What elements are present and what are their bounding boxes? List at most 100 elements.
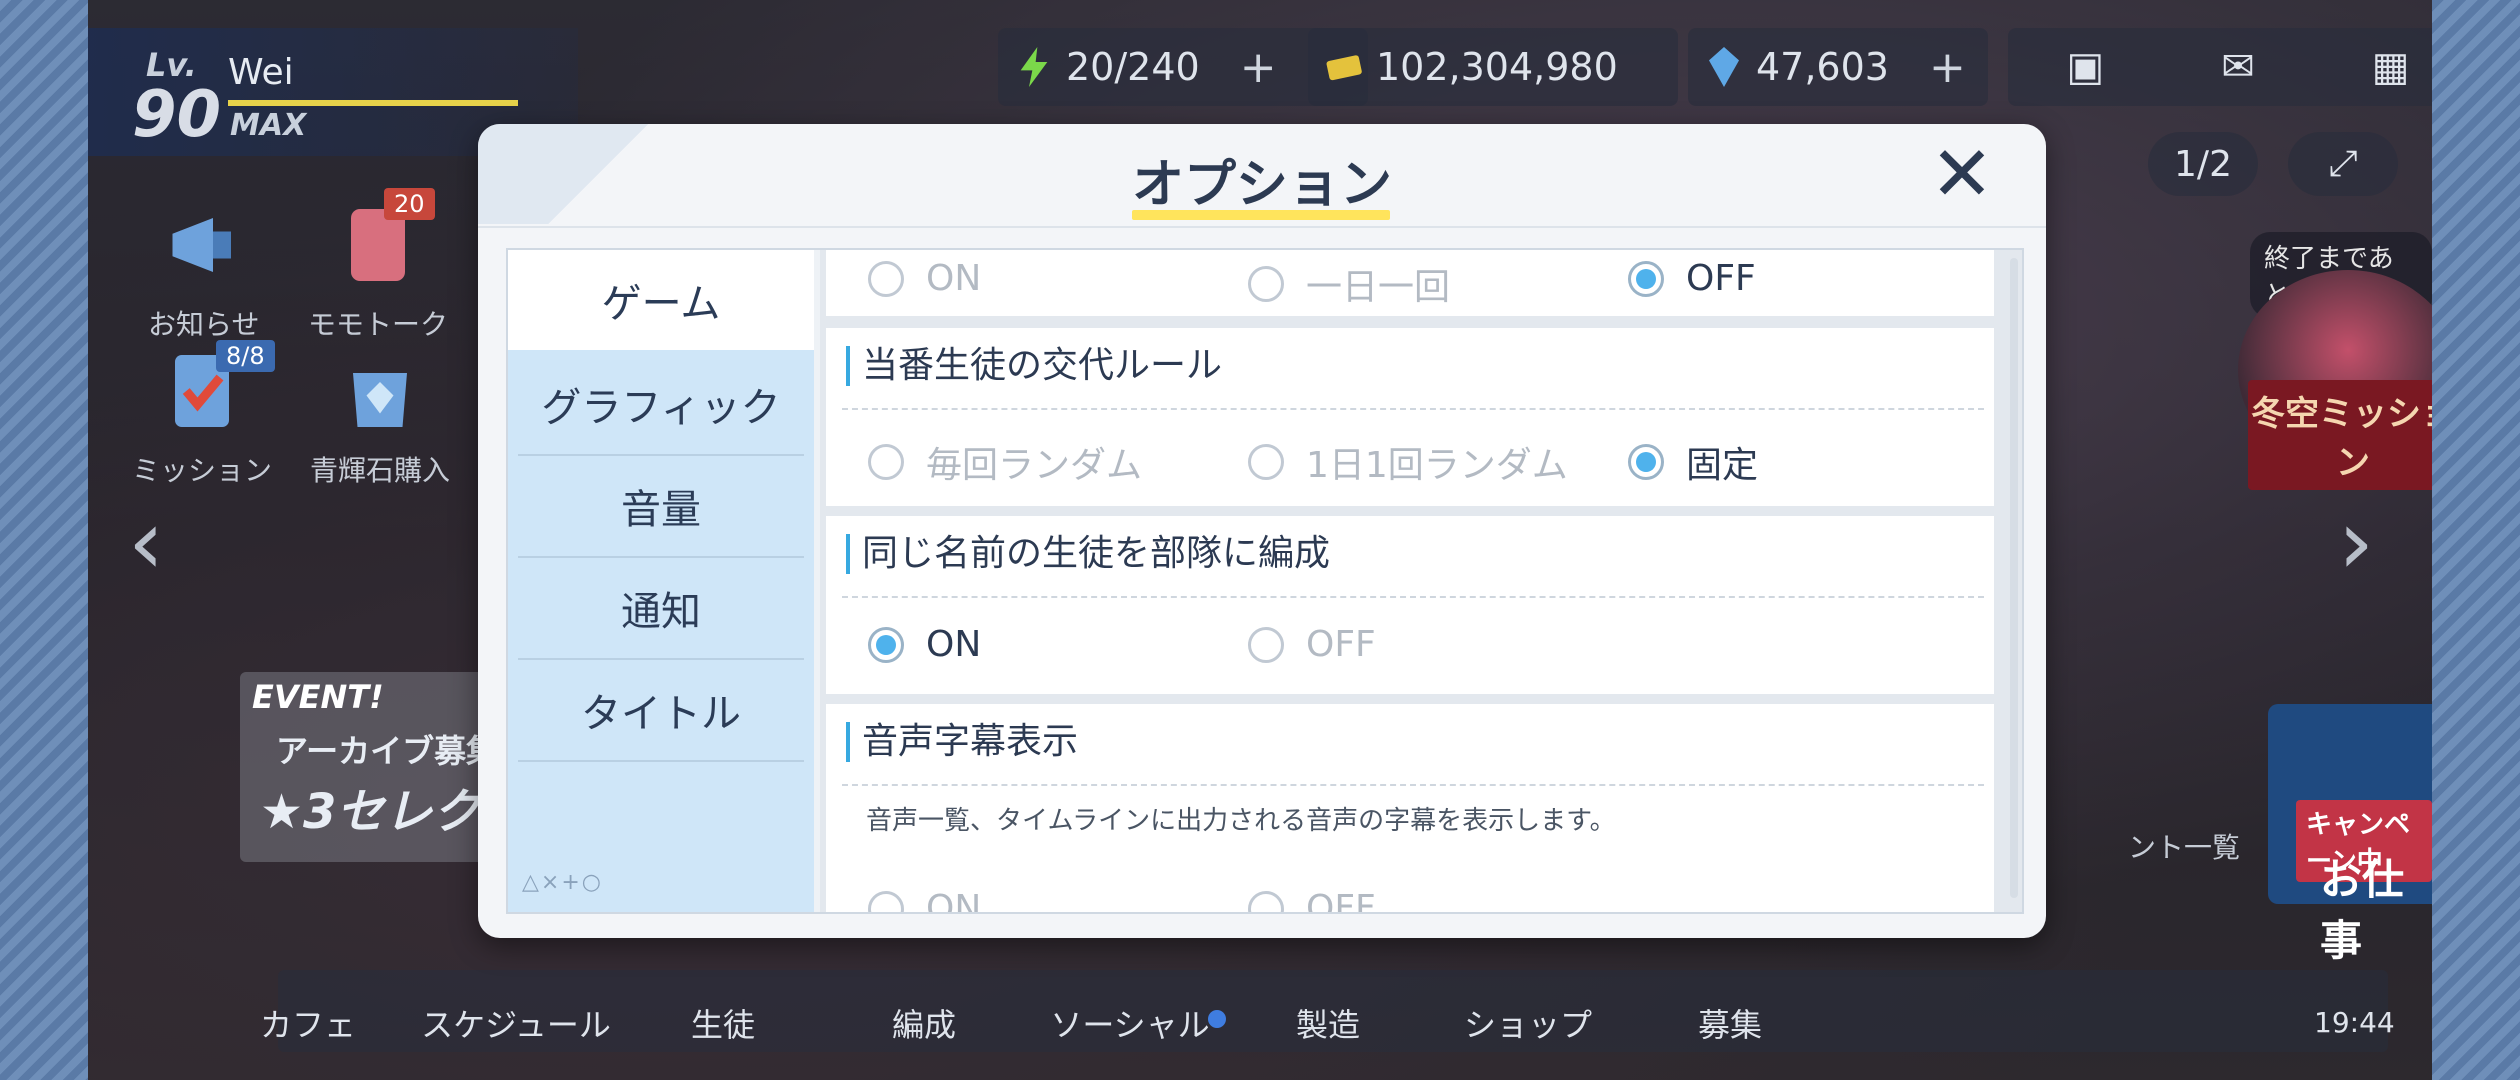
radio-fixed[interactable]: 固定	[1628, 436, 1758, 488]
clock: 19:44	[2314, 1006, 2395, 1039]
radio-same-name-on[interactable]: ON	[868, 624, 981, 665]
mission-badge: 8/8	[216, 340, 275, 372]
profile-card-icon[interactable]: ▣	[2066, 44, 2104, 90]
notice-label: お知らせ	[148, 308, 260, 341]
tab-game[interactable]: ゲーム	[508, 250, 814, 350]
momotalk-button[interactable]: モモトーク	[308, 200, 448, 343]
radio-label: 一日一回	[1306, 267, 1451, 308]
radio-same-name-off[interactable]: OFF	[1248, 624, 1376, 665]
radio-label: ON	[926, 258, 982, 299]
megaphone-icon	[172, 218, 231, 272]
exp-bar	[228, 100, 518, 106]
radio-label: OFF	[1306, 624, 1376, 665]
radio-partial-off[interactable]: OFF	[1628, 258, 1756, 299]
options-dialog: オプション ✕ ゲーム グラフィック 音量 通知 タイトル △×+○ ON 一日…	[478, 124, 2046, 938]
add-gems-button[interactable]: +	[1929, 42, 1966, 93]
radio-random-each-time[interactable]: 毎回ランダム	[868, 436, 1142, 488]
header-divider	[478, 226, 2046, 228]
radio-circle	[1248, 266, 1284, 302]
exp-max-label: MAX	[230, 108, 307, 143]
close-icon[interactable]: ✕	[1922, 134, 2002, 214]
momotalk-label: モモトーク	[308, 308, 449, 341]
radio-random-daily[interactable]: 1日1回ランダム	[1248, 436, 1568, 488]
tab-graphics[interactable]: グラフィック	[518, 354, 804, 456]
radio-label: 1日1回ランダム	[1306, 445, 1568, 486]
section-title: 当番生徒の交代ルール	[846, 346, 1222, 386]
social-notification-dot	[1208, 1010, 1226, 1028]
radio-circle	[1628, 444, 1664, 480]
nav-formation[interactable]: 編成	[892, 1000, 956, 1046]
options-scrollbar[interactable]	[2010, 258, 2018, 898]
player-name: Wei	[228, 52, 294, 93]
section-divider	[842, 596, 1984, 598]
radio-partial-once-daily[interactable]: 一日一回	[1248, 258, 1450, 310]
nav-students[interactable]: 生徒	[691, 1000, 755, 1046]
radio-circle	[1248, 444, 1284, 480]
tab-notifications[interactable]: 通知	[518, 558, 804, 660]
section-title: 同じ名前の生徒を部隊に編成	[846, 534, 1330, 574]
radio-label: OFF	[1686, 258, 1756, 299]
section-title: 音声字幕表示	[846, 722, 1078, 762]
level-number: 90	[132, 78, 222, 152]
sidebar-decoration: △×+○	[522, 870, 603, 895]
radio-circle	[868, 444, 904, 480]
radio-label: OFF	[1306, 888, 1376, 912]
options-list[interactable]: ON 一日一回 OFF 当番生徒の交代ルール 毎回ランダム 1日1回ランダム 固…	[820, 250, 2022, 912]
section-voice-subtitles: 音声字幕表示 音声一覧、タイムラインに出力される音声の字幕を表示します。 ON …	[826, 704, 1994, 912]
expand-icon[interactable]: ⤢	[2288, 132, 2398, 196]
gem-purchase-button[interactable]: 青輝石購入	[310, 346, 450, 489]
gem-purchase-label: 青輝石購入	[310, 454, 451, 487]
radio-label: 固定	[1686, 445, 1759, 486]
nav-social[interactable]: ソーシャル	[1050, 1000, 1209, 1046]
shopping-bag-icon	[353, 373, 407, 427]
radio-circle	[868, 626, 904, 663]
page-switch-button[interactable]: 1/2	[2148, 132, 2258, 196]
credits-value: 102,304,980	[1376, 45, 1618, 89]
tab-title[interactable]: タイトル	[518, 660, 804, 762]
radio-circle	[868, 890, 904, 912]
radio-circle	[1628, 260, 1664, 297]
nav-crafting[interactable]: 製造	[1296, 1000, 1360, 1046]
section-assistant-rotation: 当番生徒の交代ルール 毎回ランダム 1日1回ランダム 固定	[826, 328, 1994, 506]
radio-circle	[1248, 890, 1284, 912]
mail-icon[interactable]: ✉	[2221, 44, 2255, 90]
event-name-label: 冬空ミッション	[2248, 380, 2432, 490]
mission-label: ミッション	[132, 454, 273, 487]
credit-coin-icon	[1326, 55, 1362, 81]
gem-value: 47,603	[1756, 45, 1889, 89]
grid-menu-icon[interactable]: ▦	[2372, 44, 2410, 90]
right-arrow-icon[interactable]: ›	[2338, 490, 2374, 595]
nav-shop[interactable]: ショップ	[1464, 1000, 1592, 1046]
radio-subtitles-off[interactable]: OFF	[1248, 888, 1376, 912]
event-list-label[interactable]: ント一覧	[2128, 826, 2240, 866]
left-arrow-icon[interactable]: ‹	[128, 490, 164, 595]
radio-subtitles-on[interactable]: ON	[868, 888, 981, 912]
radio-label: ON	[926, 624, 982, 665]
top-icon-bar: ▣ ✉ ▦	[2008, 28, 2432, 106]
credits-counter: 102,304,980	[1308, 28, 1678, 106]
section-description: 音声一覧、タイムラインに出力される音声の字幕を表示します。	[866, 806, 1616, 836]
section-divider	[842, 408, 1984, 410]
dialog-title: オプション	[1131, 155, 1392, 215]
radio-partial-on[interactable]: ON	[868, 258, 981, 299]
nav-recruit[interactable]: 募集	[1698, 1000, 1762, 1046]
radio-circle	[1248, 626, 1284, 663]
nav-cafe[interactable]: カフェ	[260, 1000, 356, 1046]
page-indicator: 1/2	[2174, 143, 2232, 185]
section-same-name-students: 同じ名前の生徒を部隊に編成 ON OFF	[826, 516, 1994, 694]
gem-icon	[1709, 47, 1739, 87]
options-sidebar: ゲーム グラフィック 音量 通知 タイトル △×+○	[508, 250, 814, 912]
momotalk-badge: 20	[384, 188, 435, 220]
radio-label: 毎回ランダム	[926, 445, 1143, 486]
options-content: ゲーム グラフィック 音量 通知 タイトル △×+○ ON 一日一回 OFF 当…	[506, 248, 2024, 914]
notice-button[interactable]: お知らせ	[148, 200, 259, 343]
title-underline	[1132, 210, 1390, 220]
stamina-value: 20/240	[1066, 45, 1200, 89]
tab-volume[interactable]: 音量	[518, 456, 804, 558]
lightning-icon	[1020, 47, 1048, 87]
add-stamina-button[interactable]: +	[1240, 42, 1277, 93]
section-divider	[842, 784, 1984, 786]
nav-schedule[interactable]: スケジュール	[421, 1000, 611, 1046]
radio-label: ON	[926, 888, 982, 912]
radio-circle	[868, 260, 904, 297]
